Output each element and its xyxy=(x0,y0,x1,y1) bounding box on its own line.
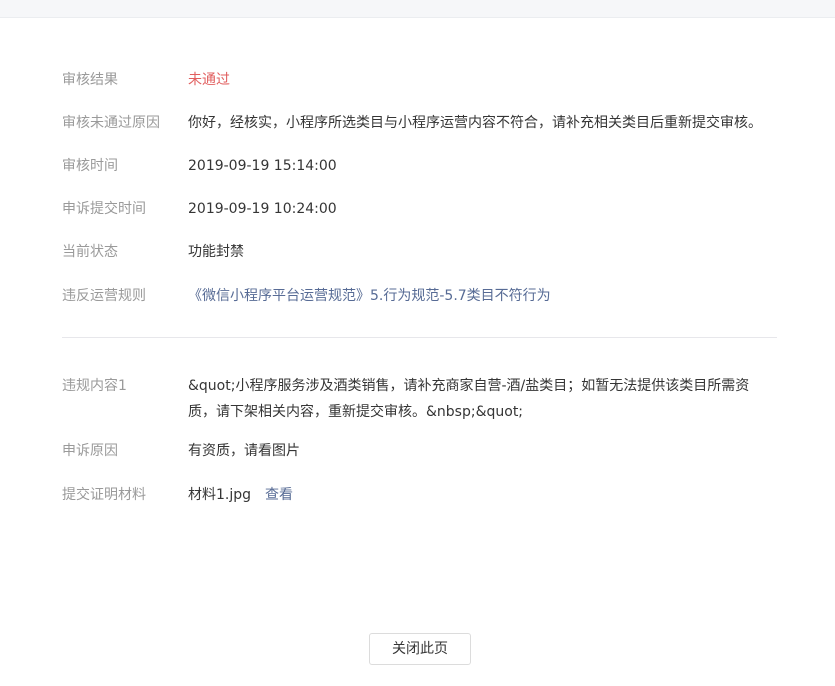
appeal-reason-label: 申诉原因 xyxy=(62,443,118,459)
review-result-label: 审核结果 xyxy=(62,72,118,88)
appeal-time-label: 申诉提交时间 xyxy=(62,201,146,217)
appeal-time-value: 2019-09-19 10:24:00 xyxy=(188,201,337,217)
review-time-value: 2019-09-19 15:14:00 xyxy=(188,158,337,174)
violation-content-value: &quot;小程序服务涉及酒类销售，请补充商家自营-酒/盐类目；如暂无法提供该类… xyxy=(188,378,750,420)
evidence-value: 材料1.jpg 查看 xyxy=(188,482,777,508)
review-result-value: 未通过 xyxy=(188,72,230,88)
reject-reason-label: 审核未通过原因 xyxy=(62,115,160,131)
evidence-label: 提交证明材料 xyxy=(62,487,146,503)
operation-rules-link[interactable]: 《微信小程序平台运营规范》 xyxy=(188,288,370,304)
violation-content-label: 违规内容1 xyxy=(62,378,127,394)
evidence-file-name: 材料1.jpg xyxy=(188,487,252,503)
review-time-label: 审核时间 xyxy=(62,158,118,174)
view-file-link[interactable]: 查看 xyxy=(265,487,293,503)
appeal-reason-value: 有资质，请看图片 xyxy=(188,443,300,459)
violated-rule-value: 《微信小程序平台运营规范》5.行为规范-5.7类目不符行为 xyxy=(188,283,777,309)
section-divider xyxy=(62,337,777,338)
current-status-label: 当前状态 xyxy=(62,244,118,260)
close-page-button[interactable]: 关闭此页 xyxy=(369,633,471,665)
violated-rule-label: 违反运营规则 xyxy=(62,288,146,304)
violated-rule-clause: 5.行为规范-5.7类目不符行为 xyxy=(370,288,551,304)
top-bar xyxy=(0,0,835,18)
reject-reason-value: 你好，经核实，小程序所选类目与小程序运营内容不符合，请补充相关类目后重新提交审核… xyxy=(188,115,762,131)
current-status-value: 功能封禁 xyxy=(188,244,244,260)
